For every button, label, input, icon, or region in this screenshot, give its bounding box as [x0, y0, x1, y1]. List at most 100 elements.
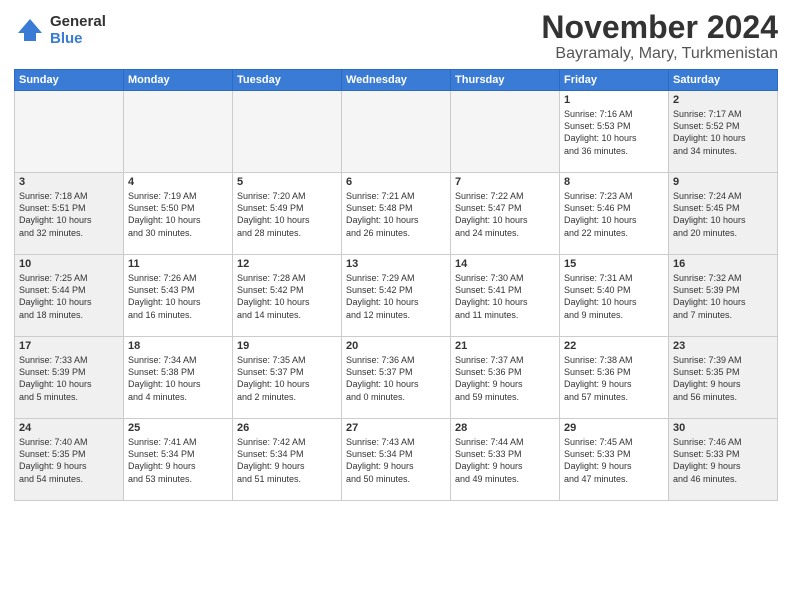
calendar-cell: 30 Sunrise: 7:46 AM Sunset: 5:33 PM Dayli… — [669, 419, 778, 501]
calendar-cell: 26 Sunrise: 7:42 AM Sunset: 5:34 PM Dayli… — [233, 419, 342, 501]
day-info: Sunrise: 7:20 AM Sunset: 5:49 PM Dayligh… — [237, 190, 337, 239]
day-info: Sunrise: 7:40 AM Sunset: 5:35 PM Dayligh… — [19, 436, 119, 485]
day-number: 25 — [128, 422, 228, 434]
day-number: 19 — [237, 340, 337, 352]
week-row-5: 24Sunrise: 7:40 AM Sunset: 5:35 PM Dayli… — [15, 419, 778, 501]
weekday-sunday: Sunday — [15, 70, 124, 91]
calendar-cell: 29Sunrise: 7:45 AM Sunset: 5:33 PM Dayli… — [560, 419, 669, 501]
day-info: Sunrise: 7:18 AM Sunset: 5:51 PM Dayligh… — [19, 190, 119, 239]
day-info: Sunrise: 7:29 AM Sunset: 5:42 PM Dayligh… — [346, 272, 446, 321]
day-number: 1 — [564, 94, 664, 106]
calendar-cell: 6 Sunrise: 7:21 AM Sunset: 5:48 PM Daylig… — [342, 173, 451, 255]
day-info: Sunrise: 7:32 AM Sunset: 5:39 PM Dayligh… — [673, 272, 773, 321]
week-row-2: 3Sunrise: 7:18 AM Sunset: 5:51 PM Daylig… — [15, 173, 778, 255]
day-number: 26 — [237, 422, 337, 434]
calendar-cell: 25 Sunrise: 7:41 AM Sunset: 5:34 PM Dayli… — [124, 419, 233, 501]
calendar-cell: 16Sunrise: 7:32 AM Sunset: 5:39 PM Dayli… — [669, 255, 778, 337]
day-info: Sunrise: 7:33 AM Sunset: 5:39 PM Dayligh… — [19, 354, 119, 403]
day-info: Sunrise: 7:36 AM Sunset: 5:37 PM Dayligh… — [346, 354, 446, 403]
logo-text: General Blue — [50, 14, 106, 47]
day-number: 13 — [346, 258, 446, 270]
day-number: 21 — [455, 340, 555, 352]
calendar-cell: 10 Sunrise: 7:25 AM Sunset: 5:44 PM Dayli… — [15, 255, 124, 337]
calendar-cell — [451, 91, 560, 173]
day-info: Sunrise: 7:46 AM Sunset: 5:33 PM Dayligh… — [673, 436, 773, 485]
week-row-3: 10 Sunrise: 7:25 AM Sunset: 5:44 PM Dayli… — [15, 255, 778, 337]
week-row-1: 1 Sunrise: 7:16 AM Sunset: 5:53 PM Daylig… — [15, 91, 778, 173]
calendar-cell: 11 Sunrise: 7:26 AM Sunset: 5:43 PM Dayli… — [124, 255, 233, 337]
weekday-wednesday: Wednesday — [342, 70, 451, 91]
day-info: Sunrise: 7:34 AM Sunset: 5:38 PM Dayligh… — [128, 354, 228, 403]
day-info: Sunrise: 7:39 AM Sunset: 5:35 PM Dayligh… — [673, 354, 773, 403]
day-number: 8 — [564, 176, 664, 188]
calendar-cell: 3Sunrise: 7:18 AM Sunset: 5:51 PM Daylig… — [15, 173, 124, 255]
day-info: Sunrise: 7:22 AM Sunset: 5:47 PM Dayligh… — [455, 190, 555, 239]
day-info: Sunrise: 7:41 AM Sunset: 5:34 PM Dayligh… — [128, 436, 228, 485]
calendar-cell: 15Sunrise: 7:31 AM Sunset: 5:40 PM Dayli… — [560, 255, 669, 337]
day-number: 7 — [455, 176, 555, 188]
calendar-cell — [233, 91, 342, 173]
month-title: November 2024 — [541, 10, 778, 45]
day-number: 22 — [564, 340, 664, 352]
logo-blue: Blue — [50, 31, 106, 48]
calendar-cell: 18 Sunrise: 7:34 AM Sunset: 5:38 PM Dayli… — [124, 337, 233, 419]
header-row: General Blue November 2024 Bayramaly, Ma… — [14, 10, 778, 63]
day-info: Sunrise: 7:26 AM Sunset: 5:43 PM Dayligh… — [128, 272, 228, 321]
day-number: 15 — [564, 258, 664, 270]
weekday-monday: Monday — [124, 70, 233, 91]
calendar-cell: 4 Sunrise: 7:19 AM Sunset: 5:50 PM Daylig… — [124, 173, 233, 255]
calendar-cell: 9Sunrise: 7:24 AM Sunset: 5:45 PM Daylig… — [669, 173, 778, 255]
day-number: 11 — [128, 258, 228, 270]
calendar-cell: 20 Sunrise: 7:36 AM Sunset: 5:37 PM Dayli… — [342, 337, 451, 419]
day-number: 30 — [673, 422, 773, 434]
calendar-cell: 1 Sunrise: 7:16 AM Sunset: 5:53 PM Daylig… — [560, 91, 669, 173]
day-info: Sunrise: 7:42 AM Sunset: 5:34 PM Dayligh… — [237, 436, 337, 485]
page-container: General Blue November 2024 Bayramaly, Ma… — [0, 0, 792, 509]
calendar-cell: 5Sunrise: 7:20 AM Sunset: 5:49 PM Daylig… — [233, 173, 342, 255]
day-info: Sunrise: 7:19 AM Sunset: 5:50 PM Dayligh… — [128, 190, 228, 239]
day-info: Sunrise: 7:43 AM Sunset: 5:34 PM Dayligh… — [346, 436, 446, 485]
day-number: 14 — [455, 258, 555, 270]
location-title: Bayramaly, Mary, Turkmenistan — [541, 45, 778, 63]
day-number: 28 — [455, 422, 555, 434]
day-number: 10 — [19, 258, 119, 270]
week-row-4: 17 Sunrise: 7:33 AM Sunset: 5:39 PM Dayli… — [15, 337, 778, 419]
day-info: Sunrise: 7:23 AM Sunset: 5:46 PM Dayligh… — [564, 190, 664, 239]
day-number: 9 — [673, 176, 773, 188]
day-info: Sunrise: 7:16 AM Sunset: 5:53 PM Dayligh… — [564, 108, 664, 157]
day-number: 18 — [128, 340, 228, 352]
calendar-cell: 8 Sunrise: 7:23 AM Sunset: 5:46 PM Daylig… — [560, 173, 669, 255]
calendar-cell: 2Sunrise: 7:17 AM Sunset: 5:52 PM Daylig… — [669, 91, 778, 173]
calendar-cell: 17 Sunrise: 7:33 AM Sunset: 5:39 PM Dayli… — [15, 337, 124, 419]
calendar-cell: 12 Sunrise: 7:28 AM Sunset: 5:42 PM Dayli… — [233, 255, 342, 337]
logo-icon — [14, 15, 46, 47]
calendar-cell — [124, 91, 233, 173]
day-info: Sunrise: 7:21 AM Sunset: 5:48 PM Dayligh… — [346, 190, 446, 239]
logo: General Blue — [14, 14, 106, 47]
day-info: Sunrise: 7:38 AM Sunset: 5:36 PM Dayligh… — [564, 354, 664, 403]
calendar-cell — [342, 91, 451, 173]
calendar-cell — [15, 91, 124, 173]
calendar-table: SundayMondayTuesdayWednesdayThursdayFrid… — [14, 69, 778, 501]
day-number: 4 — [128, 176, 228, 188]
day-info: Sunrise: 7:35 AM Sunset: 5:37 PM Dayligh… — [237, 354, 337, 403]
calendar-cell: 13 Sunrise: 7:29 AM Sunset: 5:42 PM Dayli… — [342, 255, 451, 337]
day-number: 6 — [346, 176, 446, 188]
calendar-cell: 21Sunrise: 7:37 AM Sunset: 5:36 PM Dayli… — [451, 337, 560, 419]
day-info: Sunrise: 7:30 AM Sunset: 5:41 PM Dayligh… — [455, 272, 555, 321]
day-number: 17 — [19, 340, 119, 352]
day-number: 20 — [346, 340, 446, 352]
day-info: Sunrise: 7:25 AM Sunset: 5:44 PM Dayligh… — [19, 272, 119, 321]
day-info: Sunrise: 7:17 AM Sunset: 5:52 PM Dayligh… — [673, 108, 773, 157]
weekday-thursday: Thursday — [451, 70, 560, 91]
day-info: Sunrise: 7:28 AM Sunset: 5:42 PM Dayligh… — [237, 272, 337, 321]
calendar-cell: 14 Sunrise: 7:30 AM Sunset: 5:41 PM Dayli… — [451, 255, 560, 337]
day-number: 23 — [673, 340, 773, 352]
calendar-body: 1 Sunrise: 7:16 AM Sunset: 5:53 PM Daylig… — [15, 91, 778, 501]
day-number: 12 — [237, 258, 337, 270]
title-block: November 2024 Bayramaly, Mary, Turkmenis… — [541, 10, 778, 63]
calendar-cell: 22 Sunrise: 7:38 AM Sunset: 5:36 PM Dayli… — [560, 337, 669, 419]
calendar-cell: 27Sunrise: 7:43 AM Sunset: 5:34 PM Dayli… — [342, 419, 451, 501]
calendar-cell: 19 Sunrise: 7:35 AM Sunset: 5:37 PM Dayli… — [233, 337, 342, 419]
day-info: Sunrise: 7:45 AM Sunset: 5:33 PM Dayligh… — [564, 436, 664, 485]
